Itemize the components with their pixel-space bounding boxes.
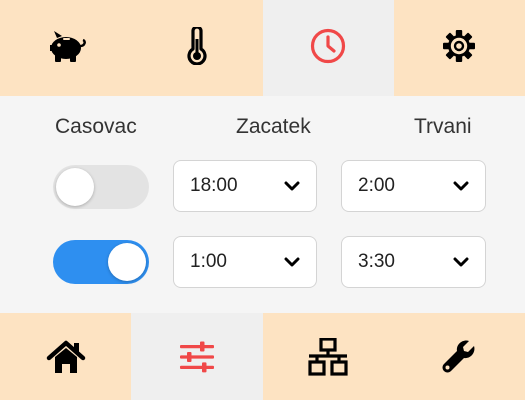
toggle-knob xyxy=(56,168,94,206)
tab-network[interactable] xyxy=(263,313,394,400)
tab-savings[interactable] xyxy=(0,0,131,96)
network-icon xyxy=(308,337,348,376)
chevron-down-icon xyxy=(284,257,300,268)
toggle-knob xyxy=(108,243,146,281)
piggy-bank-icon xyxy=(43,29,89,63)
chevron-down-icon xyxy=(284,181,300,192)
sliders-icon xyxy=(178,340,216,374)
timer-1-start-select[interactable]: 18:00 xyxy=(173,160,317,212)
bottom-navigation-bar xyxy=(0,313,525,400)
top-navigation-bar xyxy=(0,0,525,96)
wrench-icon xyxy=(441,339,477,375)
timer-1-duration-value: 2:00 xyxy=(358,175,395,196)
timer-1-duration-select[interactable]: 2:00 xyxy=(341,160,486,212)
timer-2-start-value: 1:00 xyxy=(190,251,227,272)
home-icon xyxy=(46,339,86,375)
timer-2-toggle[interactable] xyxy=(53,240,149,284)
thermometer-icon xyxy=(186,27,208,65)
duration-column-header: Trvani xyxy=(414,115,472,138)
chevron-down-icon xyxy=(453,181,469,192)
gear-icon xyxy=(441,28,477,64)
tab-temperature[interactable] xyxy=(131,0,262,96)
tab-controls[interactable] xyxy=(131,313,263,400)
timer-2-duration-select[interactable]: 3:30 xyxy=(341,236,486,288)
timer-1-start-value: 18:00 xyxy=(190,175,238,196)
tab-home[interactable] xyxy=(0,313,131,400)
clock-icon xyxy=(309,27,347,65)
tab-settings[interactable] xyxy=(394,0,525,96)
chevron-down-icon xyxy=(453,257,469,268)
timer-2-duration-value: 3:30 xyxy=(358,251,395,272)
timer-2-start-select[interactable]: 1:00 xyxy=(173,236,317,288)
timer-column-header: Casovac xyxy=(55,115,137,138)
start-column-header: Zacatek xyxy=(236,115,311,138)
timer-panel: Casovac Zacatek Trvani 18:00 2:00 1:00 3… xyxy=(0,96,525,313)
tab-service[interactable] xyxy=(394,313,525,400)
tab-timer[interactable] xyxy=(262,0,394,96)
timer-1-toggle[interactable] xyxy=(53,165,149,209)
